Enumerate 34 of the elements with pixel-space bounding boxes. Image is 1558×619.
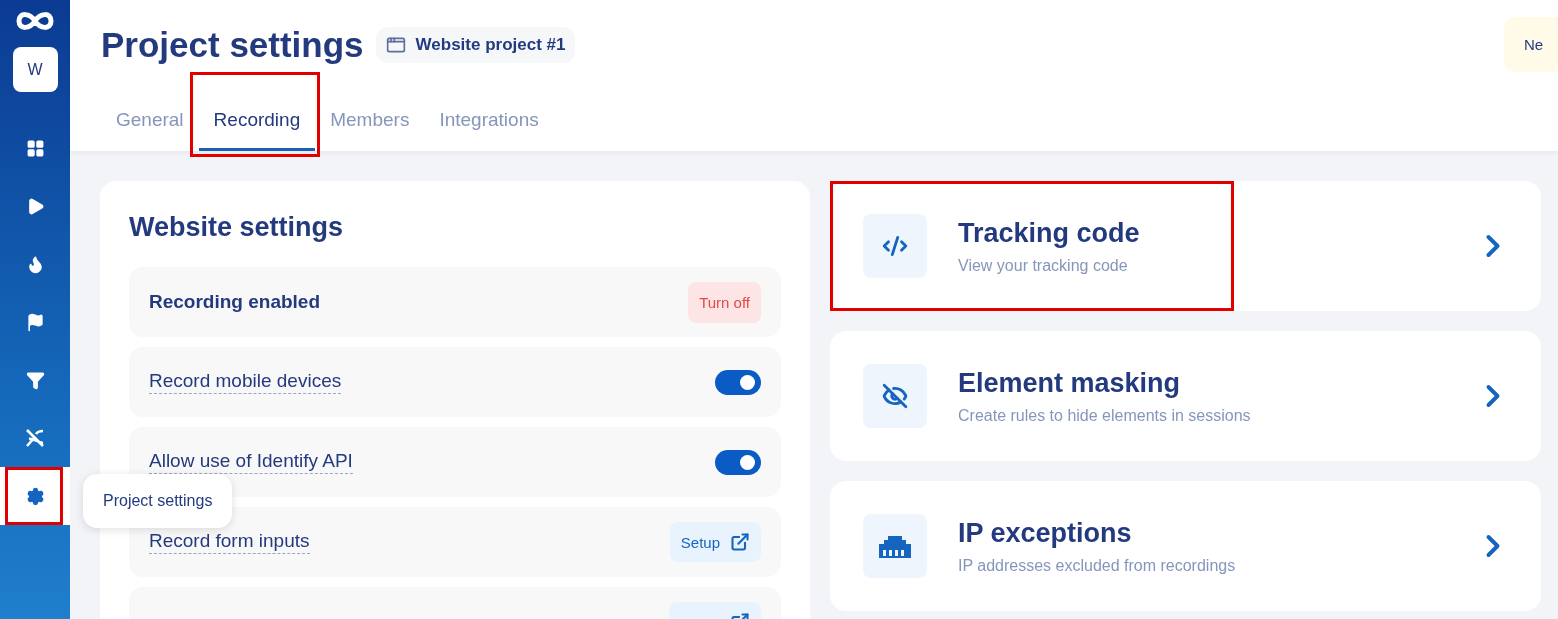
project-name: Website project #1 bbox=[415, 35, 566, 55]
setting-label: Recording enabled bbox=[149, 291, 321, 313]
tab[interactable]: Recording bbox=[198, 97, 316, 151]
card-title: Tracking code bbox=[958, 217, 1141, 249]
card-title: Element masking bbox=[958, 367, 1182, 399]
external-link-icon bbox=[730, 532, 750, 552]
setting-label: Allow use of Identify API bbox=[149, 450, 353, 474]
flag-icon bbox=[25, 312, 45, 332]
funnel-icon bbox=[25, 370, 45, 390]
card-subtitle: View your tracking code bbox=[958, 256, 1129, 275]
grid-icon bbox=[25, 138, 45, 158]
card-title: IP exceptions bbox=[958, 517, 1133, 549]
network-port-icon bbox=[879, 534, 911, 558]
card-subtitle: IP addresses excluded from recordings bbox=[958, 556, 1237, 575]
card-subtitle: Create rules to hide elements in sessions bbox=[958, 406, 1252, 425]
hidden-eye-icon bbox=[882, 383, 908, 409]
setting-label: Record form inputs bbox=[149, 530, 310, 554]
page-title: Project settings bbox=[101, 25, 364, 65]
split-icon bbox=[25, 428, 45, 448]
section-title: Website settings bbox=[129, 212, 345, 243]
avatar[interactable]: W bbox=[12, 47, 58, 92]
tooltip: Project settings bbox=[83, 474, 233, 528]
settings-link-card[interactable]: Tracking code View your tracking code bbox=[830, 181, 1541, 311]
setup-button[interactable]: Setup bbox=[669, 522, 761, 562]
settings-link-card[interactable]: IP exceptions IP addresses excluded from recordings bbox=[830, 481, 1541, 611]
browser-window-icon bbox=[385, 35, 406, 55]
notice-badge: Ne bbox=[1504, 17, 1558, 72]
settings-icon bbox=[25, 486, 45, 506]
settings-link-card[interactable]: Element masking Create rules to hide elements in sessions bbox=[830, 331, 1541, 461]
toggle-switch[interactable] bbox=[715, 369, 761, 395]
code-icon bbox=[882, 233, 908, 259]
setting-label: Record mobile devices bbox=[149, 370, 342, 394]
nav-item[interactable] bbox=[0, 467, 70, 525]
toggle-switch[interactable] bbox=[715, 449, 761, 475]
